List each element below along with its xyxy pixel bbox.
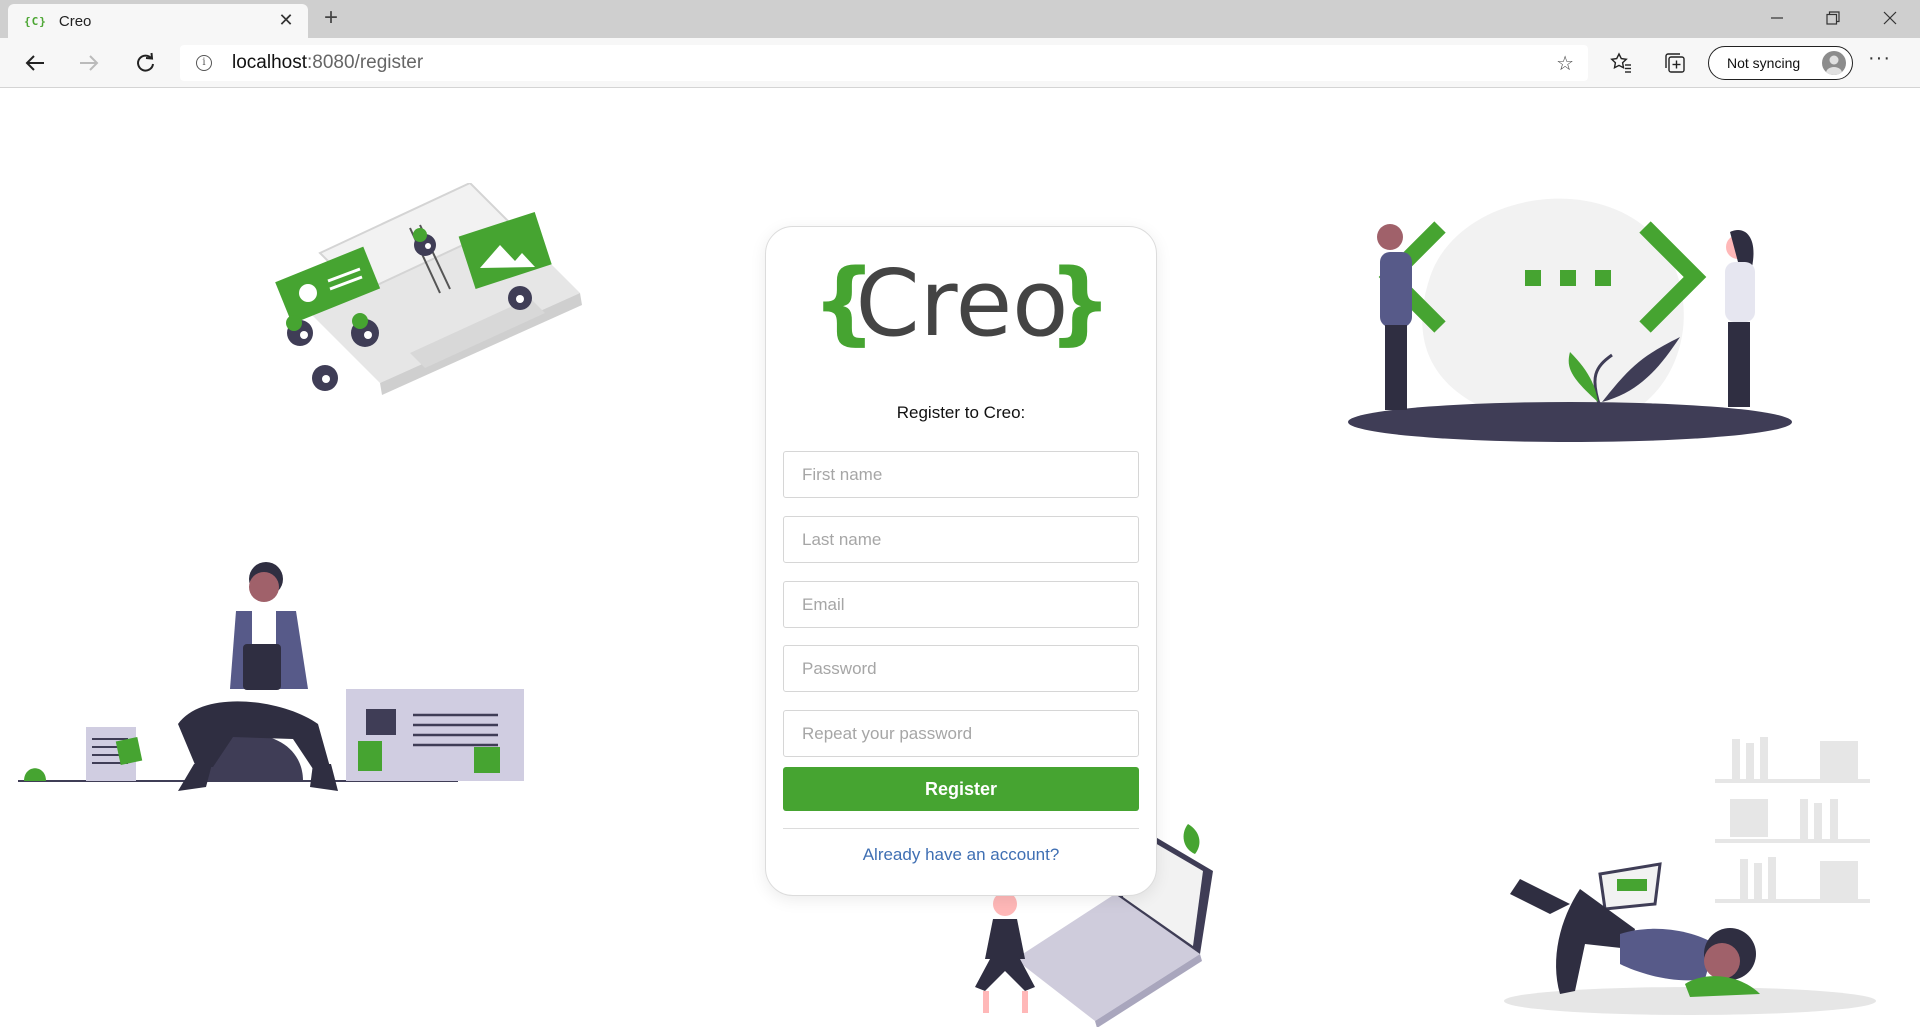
card-divider (783, 828, 1139, 829)
last-name-input[interactable] (783, 516, 1139, 563)
login-link[interactable]: Already have an account? (766, 845, 1156, 865)
close-tab-icon[interactable]: ✕ (276, 10, 296, 31)
logo-brace-close: } (1048, 253, 1112, 353)
collections-icon[interactable] (1659, 47, 1691, 79)
tab-title: Creo (58, 12, 92, 30)
address-bar[interactable]: i localhost :8080/register ☆ (180, 45, 1588, 81)
close-window-icon[interactable] (1870, 4, 1910, 32)
register-button[interactable]: Register (783, 767, 1139, 811)
new-tab-icon[interactable]: + (316, 4, 346, 32)
sync-label: Not syncing (1727, 55, 1801, 71)
forward-icon[interactable] (72, 46, 106, 80)
more-menu-icon[interactable]: ··· (1868, 47, 1891, 70)
register-heading: Register to Creo: (896, 403, 1026, 422)
browser-tab[interactable]: {C} Creo ✕ (8, 4, 308, 38)
profile-sync-button[interactable]: Not syncing (1708, 46, 1853, 80)
back-icon[interactable] (18, 46, 52, 80)
email-input[interactable] (783, 581, 1139, 628)
refresh-icon[interactable] (128, 46, 162, 80)
restore-icon[interactable] (1813, 4, 1853, 32)
register-card: { Creo } Register to Creo: Register Alre… (765, 226, 1157, 896)
creo-logo: { Creo } (812, 253, 1112, 353)
man-tablet-illustration (18, 562, 524, 791)
profile-avatar-icon (1822, 51, 1846, 75)
address-path: :8080/register (307, 52, 424, 73)
page-content: { Creo } Register to Creo: Register Alre… (0, 89, 1920, 1027)
repeat-password-input[interactable] (783, 710, 1139, 757)
laptop-monsters-illustration (275, 183, 582, 395)
first-name-input[interactable] (783, 451, 1139, 498)
add-favorite-star-icon[interactable]: ☆ (1556, 51, 1574, 76)
browser-toolbar: i localhost :8080/register ☆ Not syncing… (0, 38, 1920, 88)
minimize-icon[interactable] (1757, 4, 1797, 32)
password-input[interactable] (783, 645, 1139, 692)
logo-text: Creo (856, 253, 1069, 353)
reclining-laptop-illustration (1504, 737, 1876, 1015)
browser-title-bar: {C} Creo ✕ + (0, 0, 1920, 38)
info-icon[interactable]: i (196, 55, 212, 71)
favorites-icon[interactable] (1605, 47, 1637, 79)
tab-favicon: {C} (24, 14, 47, 28)
developers-code-illustration (1348, 198, 1792, 442)
address-host: localhost (232, 52, 307, 73)
